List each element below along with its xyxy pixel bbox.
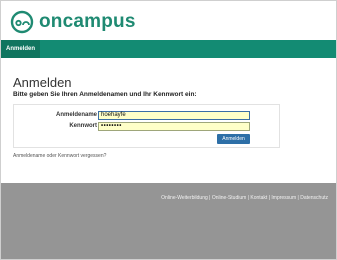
footer-links[interactable]: Online-Weiterbildung | Online-Studium | … — [161, 195, 328, 201]
password-row: Kennwort •••••••• — [14, 122, 279, 132]
username-label: Anmeldename — [55, 112, 97, 118]
oncampus-logo-icon — [10, 10, 34, 34]
password-input[interactable]: •••••••• — [98, 122, 250, 131]
logo[interactable]: oncampus — [10, 10, 136, 34]
page-title: Anmelden — [13, 75, 72, 90]
login-form: Anmeldename hoehayfe Kennwort •••••••• A… — [13, 104, 280, 148]
tab-anmelden[interactable]: Anmelden — [1, 40, 41, 58]
forgot-credentials-link[interactable]: Anmeldename oder Kennwort vergessen? — [13, 153, 106, 159]
page-subtitle: Bitte geben Sie Ihren Anmeldenamen und I… — [13, 91, 197, 98]
browser-frame: oncampus Anmelden Anmelden Bitte geben S… — [0, 0, 337, 260]
brand-name: oncampus — [39, 11, 136, 32]
password-label: Kennwort — [69, 123, 97, 129]
main-content: Anmelden Bitte geben Sie Ihren Anmeldena… — [1, 58, 336, 183]
username-row: Anmeldename hoehayfe — [14, 111, 279, 121]
footer: Online-Weiterbildung | Online-Studium | … — [1, 183, 336, 259]
username-input[interactable]: hoehayfe — [98, 111, 250, 120]
header: oncampus — [1, 1, 336, 39]
login-button[interactable]: Anmelden — [217, 134, 250, 144]
nav-bar: Anmelden — [1, 40, 336, 58]
